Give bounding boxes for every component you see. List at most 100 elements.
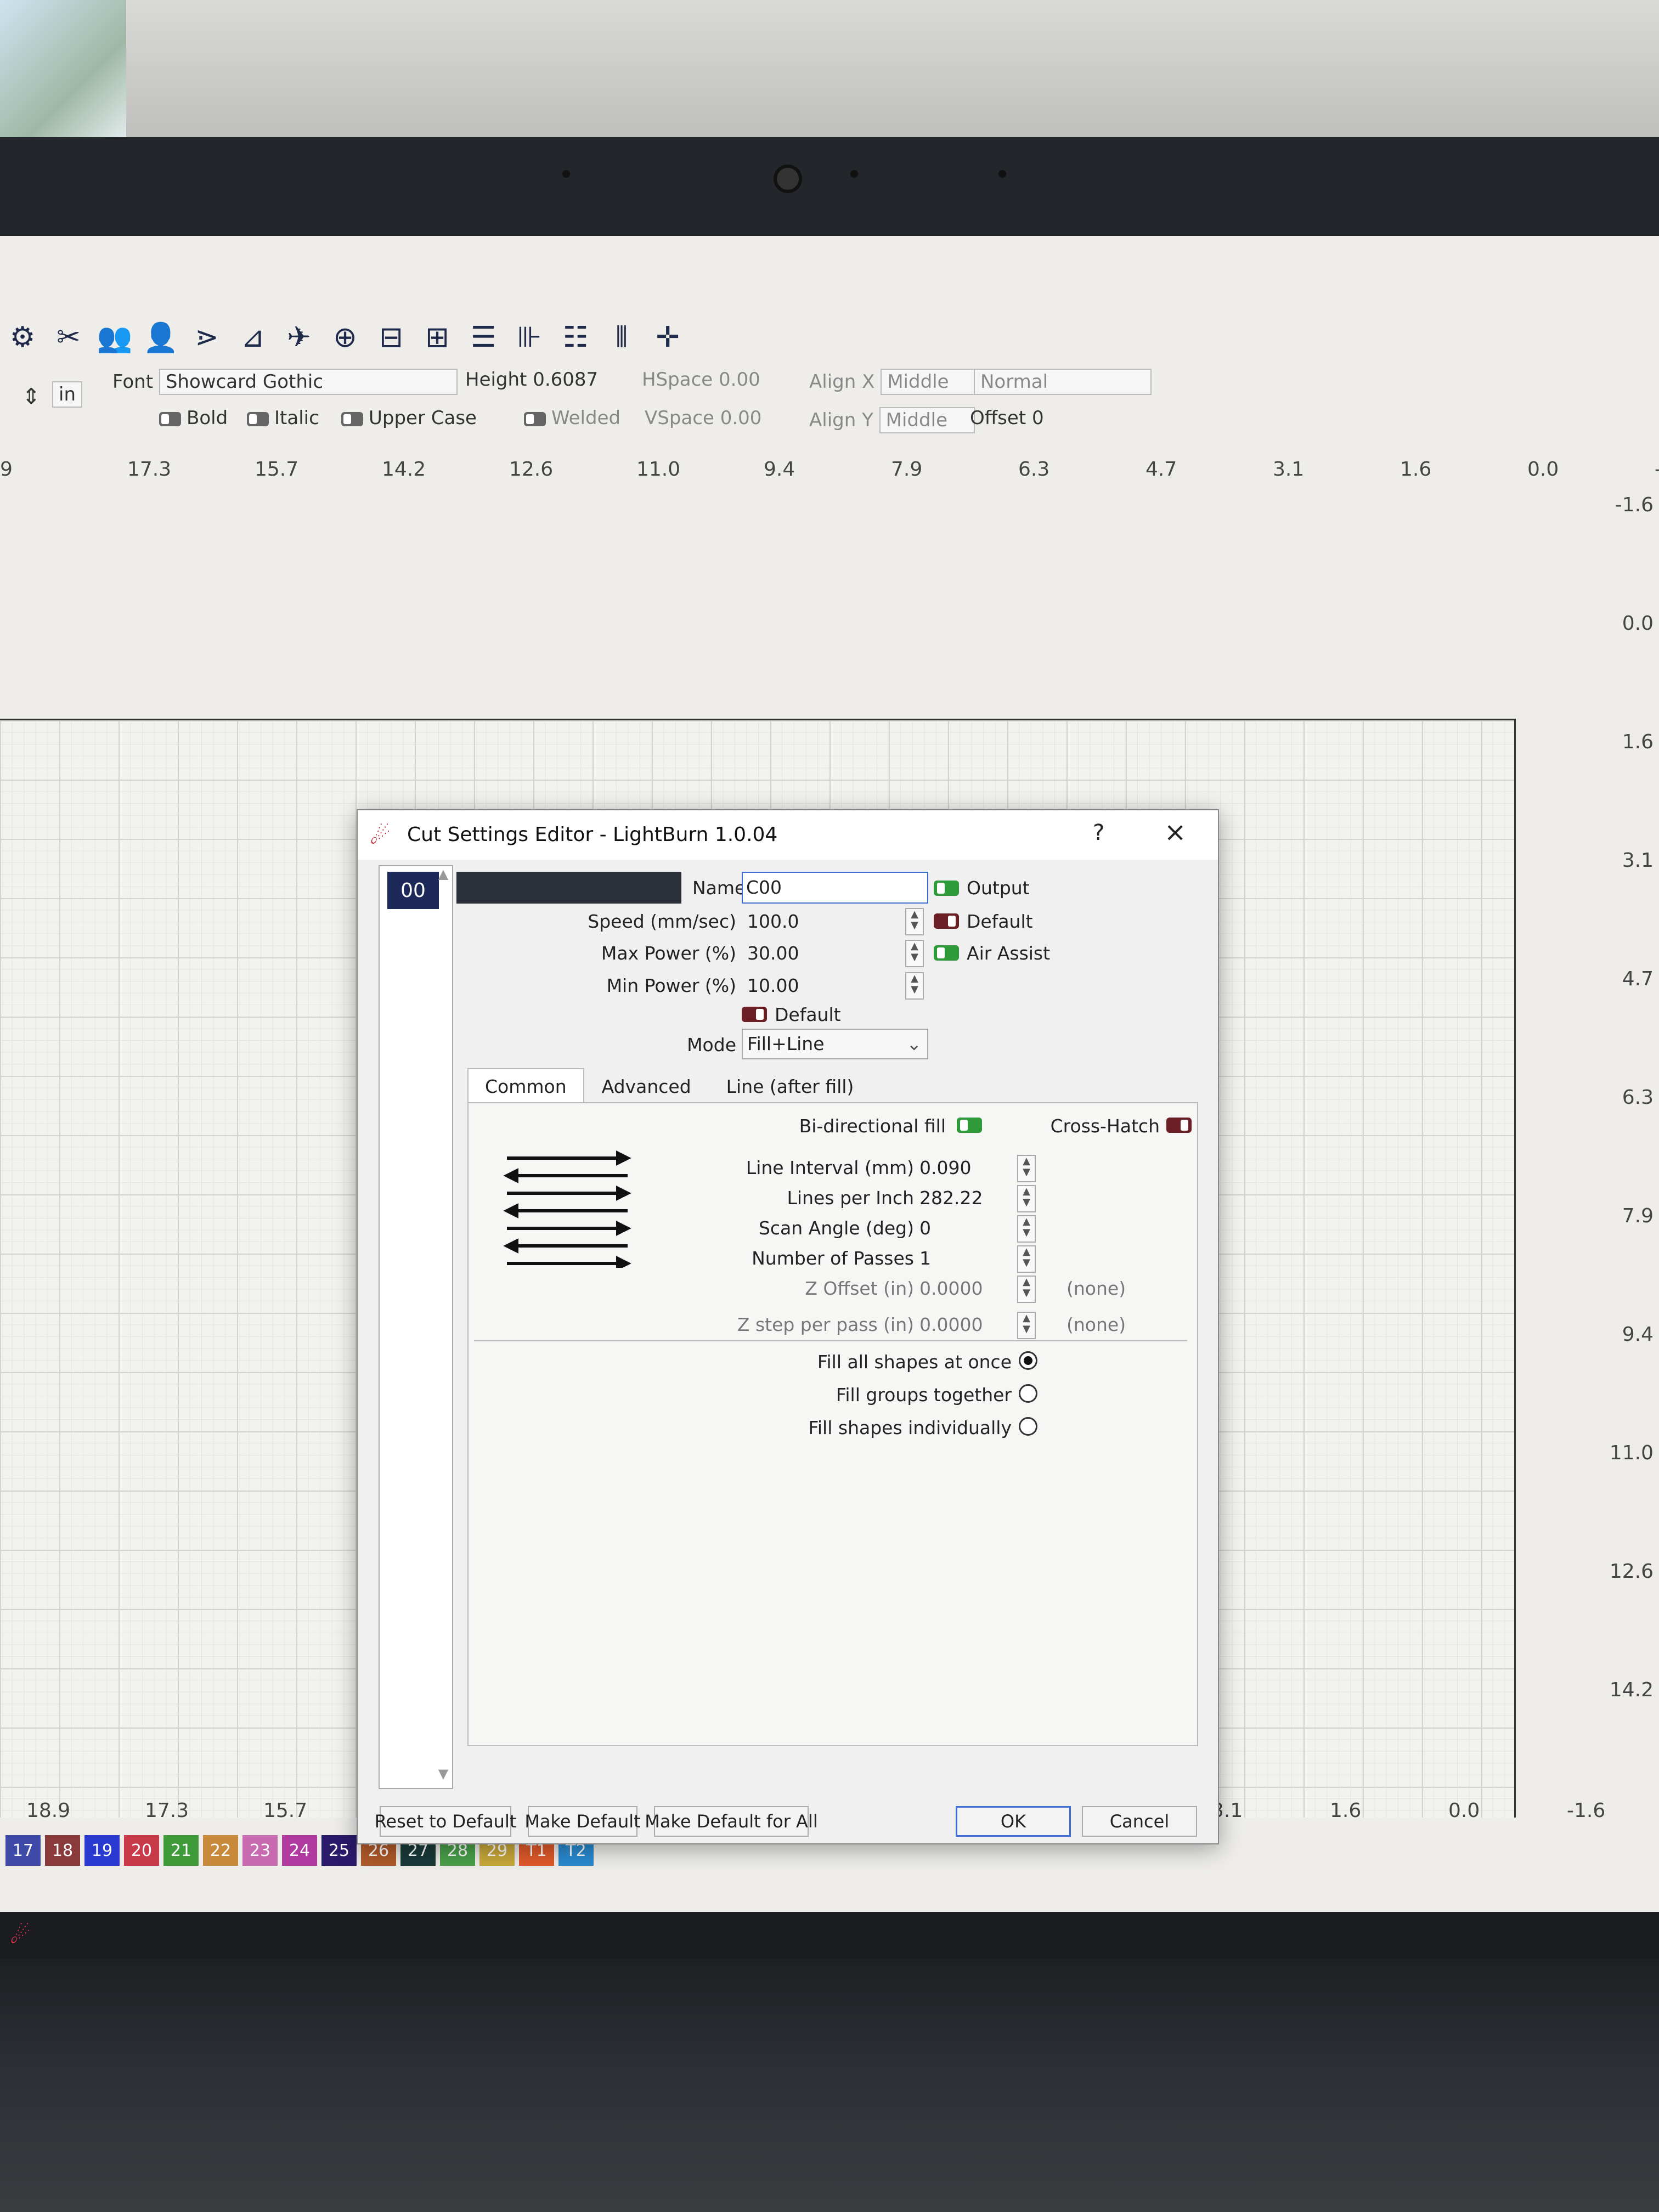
name-input[interactable]: C00	[742, 872, 928, 904]
dialog-title: Cut Settings Editor - LightBurn 1.0.04	[407, 823, 778, 846]
align-x-select[interactable]: Middle	[881, 369, 977, 395]
ruler-tick-label: 6.3	[1622, 1086, 1654, 1109]
palette-swatch[interactable]: 25	[321, 1835, 357, 1866]
scroll-down-icon[interactable]: ▼	[435, 1766, 452, 1788]
welded-toggle[interactable]	[524, 411, 546, 426]
italic-toggle[interactable]	[247, 411, 269, 426]
align-y-select[interactable]: Middle	[879, 407, 975, 433]
fill-groups-radio[interactable]	[1019, 1384, 1037, 1403]
passes-input[interactable]: 1	[919, 1248, 931, 1269]
speed-spinner[interactable]: ▲ ▼	[905, 908, 924, 935]
z-step-input[interactable]: 0.0000	[919, 1314, 983, 1335]
help-button[interactable]: ?	[1093, 820, 1104, 845]
bidirectional-toggle[interactable]	[957, 1118, 982, 1133]
line-interval-spinner[interactable]: ▲ ▼	[1017, 1155, 1036, 1182]
z-offset-spinner[interactable]: ▲ ▼	[1017, 1276, 1036, 1303]
mode-select[interactable]: Fill+Line ⌄	[742, 1029, 928, 1059]
distribute-2-icon[interactable]: ⊪	[510, 318, 549, 357]
ruler-tick-label: 18.9	[26, 1799, 71, 1822]
scan-angle-input[interactable]: 0	[919, 1217, 931, 1239]
palette-swatch[interactable]: 21	[163, 1835, 199, 1866]
z-offset-input[interactable]: 0.0000	[919, 1278, 983, 1299]
min-power-spinner[interactable]: ▲ ▼	[905, 972, 924, 1000]
offset-label: Offset	[970, 407, 1026, 429]
mirror-h-icon[interactable]: ⋗	[188, 318, 226, 357]
font-select[interactable]: Showcard Gothic	[159, 369, 458, 395]
default-toggle[interactable]	[934, 913, 959, 929]
min-power-input[interactable]: 10.00	[747, 975, 799, 996]
palette-swatch[interactable]: 18	[45, 1835, 80, 1866]
lightburn-taskbar-icon[interactable]: ☄	[10, 1922, 37, 1949]
palette-swatch[interactable]: 22	[203, 1835, 238, 1866]
fill-individual-radio[interactable]	[1019, 1417, 1037, 1436]
settings-icon[interactable]: ⚙	[3, 318, 42, 357]
palette-swatch[interactable]: 20	[124, 1835, 159, 1866]
max-power-spinner[interactable]: ▲ ▼	[905, 940, 924, 967]
offset-input[interactable]: 0	[1032, 407, 1044, 429]
align-icon[interactable]: ⊟	[372, 318, 410, 357]
lpi-spinner[interactable]: ▲ ▼	[1017, 1185, 1036, 1212]
align-2-icon[interactable]: ⊞	[418, 318, 456, 357]
tools-icon[interactable]: ✂	[49, 318, 88, 357]
crosshatch-toggle[interactable]	[1166, 1118, 1192, 1133]
speed-label: Speed (mm/sec)	[588, 911, 736, 932]
close-button[interactable]: ×	[1164, 817, 1186, 848]
tab-line-after-fill[interactable]: Line (after fill)	[709, 1068, 872, 1104]
max-power-input[interactable]: 30.00	[747, 943, 799, 964]
unit-button[interactable]: in	[52, 381, 82, 408]
ok-button[interactable]: OK	[956, 1806, 1071, 1837]
align-x-label: Align X	[809, 371, 875, 393]
z-step-spinner[interactable]: ▲ ▼	[1017, 1312, 1036, 1339]
palette-swatch[interactable]: 24	[282, 1835, 317, 1866]
ruler-top: 9 17.3 15.7 14.2 12.6 11.0 9.4 7.9 6.3 4.7 3.1 1.6 0…	[0, 453, 1659, 491]
scan-angle-spinner[interactable]: ▲ ▼	[1017, 1215, 1036, 1243]
hspace-input[interactable]: 0.00	[719, 369, 760, 391]
reset-to-default-button[interactable]: Reset to Default	[375, 1806, 516, 1837]
passes-spinner[interactable]: ▲ ▼	[1017, 1245, 1036, 1273]
speed-input[interactable]: 100.0	[747, 911, 799, 932]
scroll-up-icon[interactable]: ▲	[435, 866, 452, 888]
palette-swatch[interactable]: 19	[84, 1835, 120, 1866]
tab-common[interactable]: Common	[467, 1068, 584, 1104]
lpi-input[interactable]: 282.22	[919, 1187, 983, 1209]
make-default-for-all-button[interactable]: Make Default for All	[645, 1806, 818, 1837]
air-assist-toggle[interactable]	[934, 945, 959, 961]
output-label: Output	[967, 877, 1030, 899]
monitor-bezel-top	[0, 137, 1659, 236]
divider	[474, 1340, 1187, 1341]
z-step-label: Z step per pass (in)	[737, 1314, 914, 1335]
make-default-button[interactable]: Make Default	[524, 1806, 641, 1837]
distribute-4-icon[interactable]: ⫴	[602, 318, 641, 357]
ruler-tick-label: 3.1	[1273, 458, 1305, 481]
cancel-button[interactable]: Cancel	[1082, 1806, 1197, 1837]
output-toggle[interactable]	[934, 881, 959, 896]
bold-toggle[interactable]	[159, 411, 181, 426]
z-offset-label: Z Offset (in)	[805, 1278, 914, 1299]
target-icon[interactable]: ⊕	[326, 318, 364, 357]
ruler-tick-label: 1.6	[1400, 458, 1432, 481]
ungroup-icon[interactable]: 👤	[142, 318, 180, 357]
palette-swatch[interactable]: 17	[5, 1835, 41, 1866]
mirror-v-icon[interactable]: ⊿	[234, 318, 272, 357]
vspace-input[interactable]: 0.00	[720, 407, 762, 429]
plane-icon[interactable]: ✈	[280, 318, 318, 357]
palette-swatch[interactable]: 23	[242, 1835, 278, 1866]
group-icon[interactable]: 👥	[95, 318, 134, 357]
fill-all-radio[interactable]	[1019, 1351, 1037, 1370]
vspace-label: VSpace	[645, 407, 714, 429]
passes-label: Number of Passes	[752, 1248, 914, 1269]
layer-item[interactable]: 00	[387, 872, 439, 909]
tab-advanced[interactable]: Advanced	[584, 1068, 709, 1104]
distribute-3-icon[interactable]: ☷	[556, 318, 595, 357]
power-default-toggle[interactable]	[742, 1007, 767, 1022]
upper-case-toggle[interactable]	[341, 411, 363, 426]
style-select[interactable]: Normal	[974, 369, 1152, 395]
fill-individual-label: Fill shapes individually	[808, 1417, 1012, 1438]
move-icon[interactable]: ✛	[648, 318, 687, 357]
distribute-icon[interactable]: ☰	[464, 318, 503, 357]
ruler-tick-label: 0.0	[1622, 612, 1654, 635]
line-interval-input[interactable]: 0.090	[919, 1157, 971, 1178]
spin-icon[interactable]: ⇕	[22, 384, 41, 409]
height-input[interactable]: 0.6087	[533, 369, 598, 391]
webcam-icon	[774, 165, 802, 193]
